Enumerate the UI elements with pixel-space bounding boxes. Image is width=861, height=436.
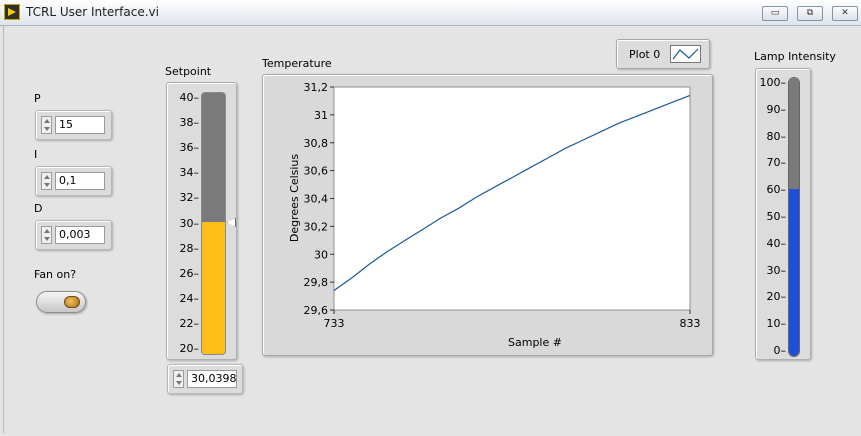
d-label: D	[34, 202, 43, 215]
setpoint-scale-tick-38: 38–	[179, 116, 200, 130]
plot-legend[interactable]: Plot 0	[616, 39, 710, 69]
setpoint-slider-track[interactable]	[201, 92, 226, 355]
x-tick-label: 833	[680, 317, 701, 330]
legend-line-icon	[670, 45, 701, 63]
lamp-tank-frame: 100– 90– 80– 70– 60– 50– 40– 30– 20– 10– 0–	[755, 68, 811, 360]
setpoint-scale-tick-36: 36–	[179, 141, 200, 155]
setpoint-scale-tick-20: 20–	[179, 342, 200, 355]
p-increment-decrement[interactable]	[41, 116, 52, 134]
close-icon: ✕	[841, 8, 849, 18]
temperature-chart: 31,23130,830,630,430,23029,829,6 733 833 …	[288, 81, 701, 349]
lamp-tank-fill	[789, 189, 799, 356]
setpoint-numeric: 30,0398	[167, 364, 243, 394]
i-increment-decrement[interactable]	[41, 172, 52, 190]
i-control: 0,1	[35, 166, 112, 196]
setpoint-scale-tick-40: 40–	[179, 91, 200, 104]
minimize-icon: ▭	[770, 8, 780, 18]
restore-icon: ⧉	[806, 8, 814, 18]
i-label: I	[34, 148, 38, 161]
i-input[interactable]: 0,1	[55, 172, 105, 190]
setpoint-label: Setpoint	[165, 65, 212, 78]
p-label: P	[34, 92, 41, 105]
setpoint-scale-tick-28: 28–	[179, 241, 200, 255]
lamp-scale-tick-50: 50–	[766, 210, 787, 223]
window-title: TCRL User Interface.vi	[26, 5, 159, 19]
y-tick-label: 31,2	[304, 81, 329, 94]
setpoint-slider-empty	[202, 93, 225, 224]
p-input[interactable]: 15	[55, 116, 105, 134]
p-control: 15	[35, 110, 112, 140]
legend-plot-name: Plot 0	[629, 48, 661, 61]
y-tick-label: 30,4	[304, 193, 329, 206]
labview-vi-icon	[4, 4, 20, 20]
restore-button[interactable]: ⧉	[797, 6, 823, 21]
setpoint-scale-tick-30: 30–	[179, 216, 200, 230]
window-titlebar: TCRL User Interface.vi ▭ ⧉ ✕	[0, 0, 861, 26]
x-axis-label: Sample #	[508, 336, 562, 349]
lamp-scale-tick-90: 90–	[766, 102, 787, 116]
setpoint-slider-frame: 40– 38– 36– 34– 32– 30– 28– 26– 24– 22– 20–	[166, 82, 237, 360]
setpoint-input[interactable]: 30,0398	[187, 370, 237, 388]
lamp-scale-tick-60: 60–	[766, 183, 787, 197]
lamp-scale-tick-100: 100–	[759, 76, 787, 89]
setpoint-scale-tick-22: 22–	[179, 316, 200, 330]
close-button[interactable]: ✕	[832, 6, 858, 21]
lamp-scale-tick-40: 40–	[766, 236, 787, 250]
lamp-scale-tick-80: 80–	[766, 129, 787, 143]
setpoint-scale-tick-32: 32–	[179, 191, 200, 205]
lamp-scale-tick-10: 10–	[766, 317, 787, 331]
setpoint-slider-fill	[202, 222, 225, 354]
setpoint-scale-tick-34: 34–	[179, 166, 200, 180]
fan-led-icon	[64, 296, 80, 308]
setpoint-increment-decrement[interactable]	[173, 370, 184, 388]
lamp-tank-track	[788, 77, 800, 357]
lamp-intensity-label: Lamp Intensity	[754, 50, 836, 63]
graph-title: Temperature	[262, 57, 332, 70]
plot-area	[333, 86, 691, 311]
d-increment-decrement[interactable]	[41, 226, 52, 244]
fan-label: Fan on?	[34, 268, 77, 281]
lamp-tank-empty	[789, 78, 799, 191]
y-tick-label: 29,8	[304, 276, 329, 289]
lamp-scale-tick-20: 20–	[766, 290, 787, 304]
y-tick-label: 30,8	[304, 137, 329, 150]
lamp-scale-tick-70: 70–	[766, 156, 787, 170]
lamp-scale-tick-30: 30–	[766, 263, 787, 277]
fan-toggle[interactable]	[36, 291, 86, 313]
setpoint-slider-thumb[interactable]	[227, 218, 236, 227]
d-input[interactable]: 0,003	[55, 226, 105, 244]
setpoint-scale-tick-24: 24–	[179, 291, 200, 305]
minimize-button[interactable]: ▭	[762, 6, 788, 21]
lamp-scale-tick-0: 0–	[773, 344, 787, 357]
y-tick-label: 29,6	[304, 304, 329, 317]
y-tick-label: 30	[314, 248, 328, 261]
x-tick-label: 733	[324, 317, 345, 330]
y-tick-label: 31	[314, 109, 328, 122]
setpoint-scale-tick-26: 26–	[179, 266, 200, 280]
d-control: 0,003	[35, 220, 112, 250]
y-tick-label: 30,6	[304, 165, 329, 178]
y-tick-label: 30,2	[304, 220, 329, 233]
y-axis-label: Degrees Celsius	[288, 154, 301, 243]
